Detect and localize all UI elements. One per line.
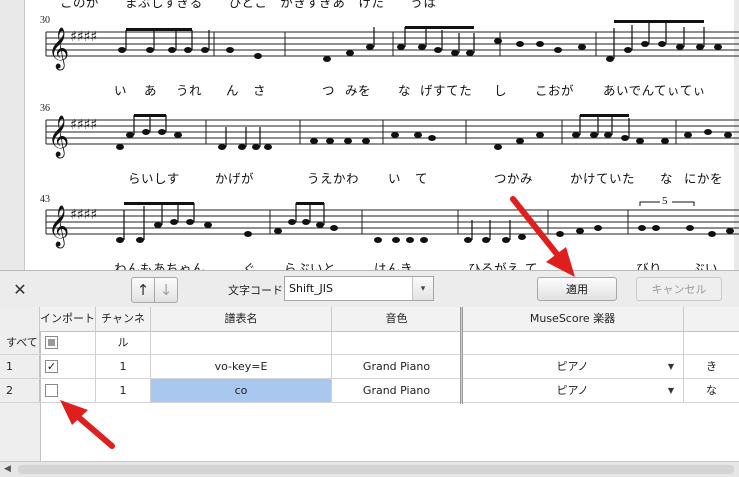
row-label: すべて [0,331,40,354]
import-cell[interactable] [40,379,96,402]
horizontal-scrollbar[interactable]: ◀ [0,461,739,477]
svg-text:♯♯♯♯: ♯♯♯♯ [70,29,97,45]
col-header-import[interactable]: インポート [40,307,96,331]
lyric: こおが [535,83,575,98]
instrument-select[interactable]: ピアノ ▼ [462,379,684,402]
tracks-table: インポート チャンネル 譜表名 音色 MuseScore 楽器 すべて 1 ✓ … [0,307,739,476]
scroll-left-icon[interactable]: ◀ [4,464,11,474]
lyric: ん [226,83,240,98]
tuplet-number: 5 [662,195,668,207]
import-cell[interactable]: ✓ [40,355,96,378]
table-cell [462,331,684,354]
move-up-button[interactable]: ↑ [131,277,155,303]
midi-import-panel: ✕ ↑ ↓ 文字コード: Shift_JIS ▾ 適用 キャンセル インポート … [0,270,739,477]
instrument-select[interactable]: ピアノ ▼ [462,355,684,378]
lyric: な [660,171,674,186]
column-divider [460,307,463,404]
lyric: わんもあちゃん [114,261,206,270]
lyric: かけていた [570,171,636,186]
lyric: て [415,171,429,186]
staff-lines: 𝄞 𝄞 𝄞 ♯♯♯♯ ♯♯♯♯ ♯♯♯♯ [45,20,739,248]
table-header: インポート チャンネル 譜表名 音色 MuseScore 楽器 [0,307,739,349]
instrument-value: ピアノ [556,360,589,373]
row-number: 1 [0,355,40,378]
table-row[interactable]: 2 1 co Grand Piano ピアノ ▼ な [0,379,739,403]
cancel-button[interactable]: キャンセル [636,277,722,301]
lyric: ひるがえ [468,261,521,270]
encoding-select[interactable]: Shift_JIS ▾ [284,276,434,301]
lyric: て [525,261,539,270]
channel-cell: 1 [96,379,151,402]
svg-text:𝄞: 𝄞 [48,115,69,158]
channel-cell: 1 [96,355,151,378]
scrollbar-thumb[interactable] [18,465,734,474]
lyric: ぶい [692,261,719,270]
lyric: つ [322,83,336,98]
col-header-channel[interactable]: チャンネル [96,307,151,349]
lyric: い [114,83,128,98]
chevron-down-icon[interactable]: ▼ [668,355,674,378]
lyric: い [388,171,402,186]
encoding-value: Shift_JIS [289,282,333,295]
svg-text:𝄞: 𝄞 [48,205,69,248]
lyric: し [494,83,508,98]
move-down-button[interactable]: ↓ [154,277,178,303]
import-all-cell[interactable] [40,331,96,354]
col-header-sound[interactable]: 音色 [332,307,462,331]
chevron-down-icon[interactable]: ▾ [412,277,433,300]
import-all-checkbox[interactable] [45,336,58,349]
score-view[interactable]: このが まぶしすぎる ひとこ がきすぎあ けた うは 𝄞 𝄞 𝄞 ♯♯♯♯ ♯♯… [0,0,739,270]
import-checkbox[interactable]: ✓ [45,360,58,373]
extra-cell[interactable]: な [684,379,739,402]
close-icon[interactable]: ✕ [8,278,32,300]
row-number: 2 [0,379,40,402]
lyric: げすてた [420,83,473,98]
lyric: な [398,83,412,98]
staff-name-cell[interactable]: co [151,379,332,402]
measure-number: 36 [40,103,50,114]
lyric: うえかわ [307,171,360,186]
lyric: はんき [374,261,414,270]
lyric: らぶいと [284,261,337,270]
corner-header [0,307,40,331]
lyric: かげが [215,171,255,186]
chevron-down-icon[interactable]: ▼ [668,379,674,402]
instrument-value: ピアノ [556,384,589,397]
svg-text:♯♯♯♯: ♯♯♯♯ [70,207,97,223]
apply-button[interactable]: 適用 [537,277,617,301]
lyric: つかみ [494,171,534,186]
table-row-all[interactable]: すべて [0,331,739,355]
col-header-extra[interactable] [684,307,739,331]
encoding-label: 文字コード: [228,284,287,297]
import-checkbox[interactable] [45,384,58,397]
measure-number: 43 [40,194,50,205]
extra-cell[interactable]: き [684,355,739,378]
lyric: あ [144,83,158,98]
lyric: さ [253,83,267,98]
col-header-staff-name[interactable]: 譜表名 [151,307,332,331]
lyric: あいでんてぃてぃ [603,83,706,98]
table-cell [332,331,462,354]
table-row[interactable]: 1 ✓ 1 vo-key=E Grand Piano ピアノ ▼ き [0,355,739,379]
col-header-instrument[interactable]: MuseScore 楽器 [462,307,684,331]
lyric: にかを [684,171,724,186]
sound-cell: Grand Piano [332,379,462,402]
staff-name-cell[interactable]: vo-key=E [151,355,332,378]
lyric: らいしす [128,171,180,186]
svg-text:♯♯♯♯: ♯♯♯♯ [70,117,97,133]
lyric: うれ [176,83,203,98]
import-toolbar: ✕ ↑ ↓ 文字コード: Shift_JIS ▾ 適用 キャンセル [0,270,739,308]
svg-text:𝄞: 𝄞 [48,27,69,70]
table-cell [96,331,151,354]
sound-cell: Grand Piano [332,355,462,378]
lyric: びり [636,261,663,270]
lyric: みを [345,83,372,98]
table-cell [151,331,332,354]
lyric: ぐ [243,261,257,270]
measure-number: 30 [40,15,50,26]
